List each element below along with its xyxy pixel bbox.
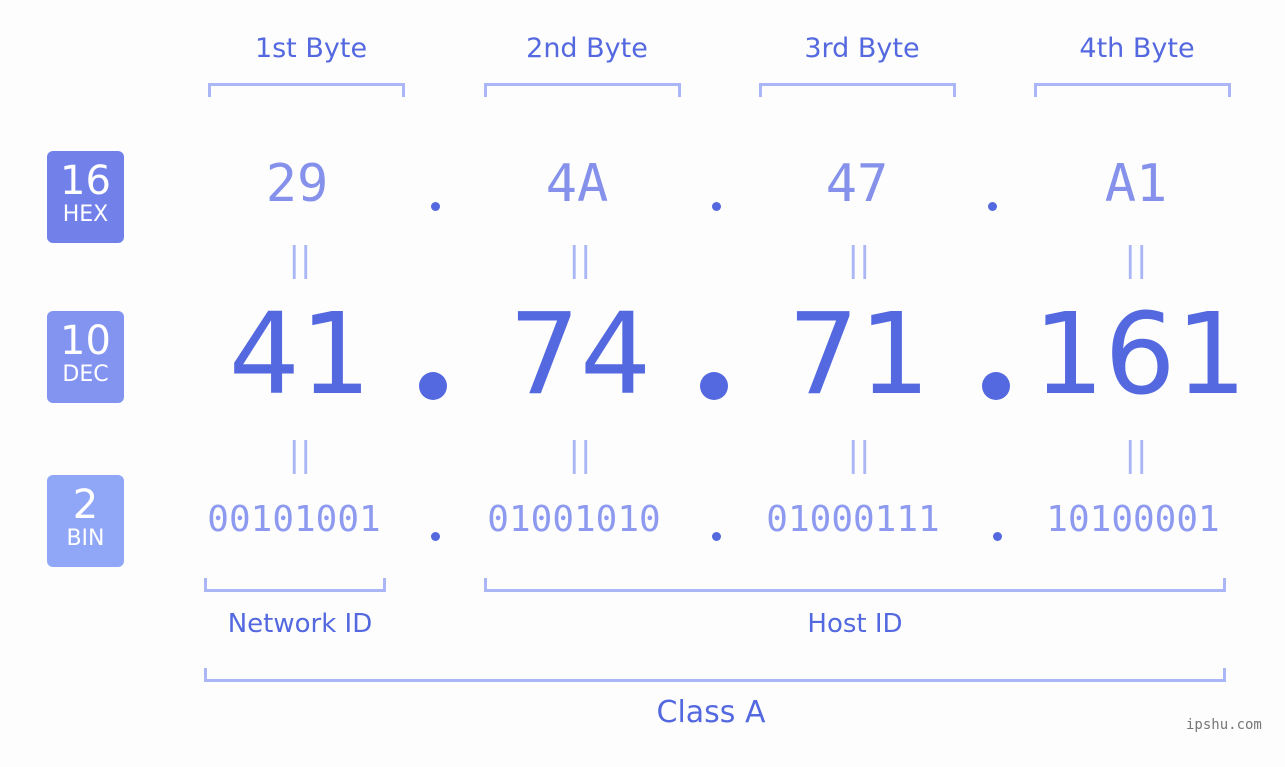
equals-sign: || bbox=[1124, 435, 1148, 475]
equals-sign: || bbox=[288, 240, 312, 280]
hex-badge-label: HEX bbox=[62, 202, 109, 227]
dec-badge-number: 10 bbox=[60, 318, 111, 364]
hex-dot-separator bbox=[712, 202, 721, 211]
dec-byte-4: 161 bbox=[1033, 290, 1247, 420]
equals-sign: || bbox=[288, 435, 312, 475]
dec-badge-label: DEC bbox=[62, 362, 109, 387]
dec-byte-2: 74 bbox=[508, 290, 652, 420]
network-id-label: Network ID bbox=[227, 609, 373, 639]
hex-byte-4: A1 bbox=[1104, 154, 1168, 214]
equals-sign: || bbox=[568, 240, 592, 280]
dec-byte-3: 71 bbox=[787, 290, 931, 420]
byte-bracket-4 bbox=[1034, 83, 1231, 97]
bin-dot-separator bbox=[431, 532, 440, 541]
dec-dot-separator bbox=[982, 372, 1010, 400]
bin-byte-3: 01000111 bbox=[766, 499, 940, 540]
hex-byte-3: 47 bbox=[825, 154, 889, 214]
equals-sign: || bbox=[847, 435, 871, 475]
hex-badge: 16 HEX bbox=[47, 151, 124, 243]
dec-byte-1: 41 bbox=[228, 290, 372, 420]
byte-bracket-2 bbox=[484, 83, 681, 97]
host-id-label: Host ID bbox=[807, 609, 903, 639]
bin-byte-1: 00101001 bbox=[207, 499, 381, 540]
bin-dot-separator bbox=[712, 532, 721, 541]
bin-byte-4: 10100001 bbox=[1046, 499, 1220, 540]
byte-header-4: 4th Byte bbox=[1079, 33, 1195, 64]
host-id-bracket bbox=[484, 578, 1226, 592]
bin-dot-separator bbox=[993, 532, 1002, 541]
bin-badge: 2 BIN bbox=[47, 475, 124, 567]
hex-dot-separator bbox=[431, 202, 440, 211]
byte-bracket-3 bbox=[759, 83, 956, 97]
hex-dot-separator bbox=[988, 202, 997, 211]
equals-sign: || bbox=[847, 240, 871, 280]
hex-byte-2: 4A bbox=[545, 154, 609, 214]
dec-dot-separator bbox=[700, 372, 728, 400]
byte-header-3: 3rd Byte bbox=[804, 33, 920, 64]
bin-byte-2: 01001010 bbox=[487, 499, 661, 540]
dec-badge: 10 DEC bbox=[47, 311, 124, 403]
bin-badge-number: 2 bbox=[72, 482, 99, 528]
network-id-bracket bbox=[204, 578, 386, 592]
hex-badge-number: 16 bbox=[60, 158, 111, 204]
dec-dot-separator bbox=[419, 372, 447, 400]
equals-sign: || bbox=[1124, 240, 1148, 280]
hex-byte-1: 29 bbox=[265, 154, 329, 214]
equals-sign: || bbox=[568, 435, 592, 475]
bin-badge-label: BIN bbox=[66, 526, 105, 551]
byte-header-2: 2nd Byte bbox=[526, 33, 648, 64]
watermark: ipshu.com bbox=[1186, 717, 1262, 733]
byte-header-1: 1st Byte bbox=[254, 33, 368, 64]
class-bracket bbox=[204, 668, 1226, 682]
byte-bracket-1 bbox=[208, 83, 405, 97]
class-label: Class A bbox=[656, 695, 766, 730]
